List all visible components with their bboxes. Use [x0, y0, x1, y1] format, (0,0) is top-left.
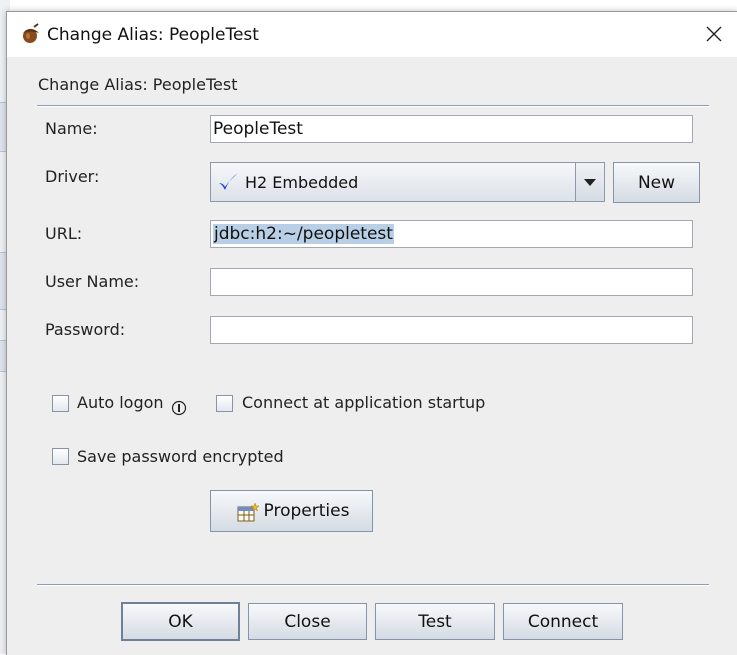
properties-table-icon [237, 502, 259, 522]
dialog-header-title: Change Alias: PeopleTest [38, 75, 238, 94]
close-button[interactable]: Close [248, 603, 367, 640]
ok-button[interactable]: OK [121, 602, 240, 641]
save-password-encrypted-label[interactable]: Save password encrypted [77, 447, 284, 466]
title-bar: Change Alias: PeopleTest [7, 12, 737, 57]
properties-button-label: Properties [263, 501, 350, 521]
change-alias-dialog: Change Alias: PeopleTest Change Alias: P… [6, 11, 737, 655]
checkmark-icon [219, 173, 238, 190]
user-name-field[interactable] [210, 268, 693, 296]
name-field[interactable]: PeopleTest [210, 115, 693, 143]
password-label: Password: [45, 320, 126, 339]
close-icon [706, 26, 722, 42]
header-separator [37, 105, 709, 107]
new-driver-button[interactable]: New [613, 162, 700, 203]
save-password-encrypted-checkbox[interactable] [52, 448, 69, 465]
window-close-button[interactable] [696, 18, 732, 50]
footer-separator [37, 584, 709, 586]
driver-selected-value: H2 Embedded [245, 173, 359, 192]
name-label: Name: [45, 119, 98, 138]
driver-select[interactable]: H2 Embedded [210, 162, 605, 202]
password-field[interactable] [210, 316, 693, 344]
connect-at-startup-label[interactable]: Connect at application startup [242, 393, 485, 412]
chevron-down-icon [584, 179, 596, 186]
acorn-icon [23, 23, 39, 43]
connect-button[interactable]: Connect [503, 603, 623, 640]
user-name-label: User Name: [45, 272, 140, 291]
driver-label: Driver: [45, 167, 100, 186]
url-field[interactable]: jdbc:h2:~/peopletest [210, 220, 693, 248]
connect-at-startup-checkbox[interactable] [216, 395, 233, 412]
url-label: URL: [45, 224, 83, 243]
driver-dropdown-button[interactable] [575, 163, 604, 201]
auto-logon-label[interactable]: Auto logon [77, 393, 164, 412]
auto-logon-checkbox[interactable] [52, 395, 69, 412]
properties-button[interactable]: Properties [210, 490, 373, 532]
info-icon[interactable] [171, 400, 187, 416]
test-button[interactable]: Test [375, 603, 495, 640]
url-selected-text: jdbc:h2:~/peopletest [213, 224, 394, 244]
window-title: Change Alias: PeopleTest [47, 25, 259, 45]
